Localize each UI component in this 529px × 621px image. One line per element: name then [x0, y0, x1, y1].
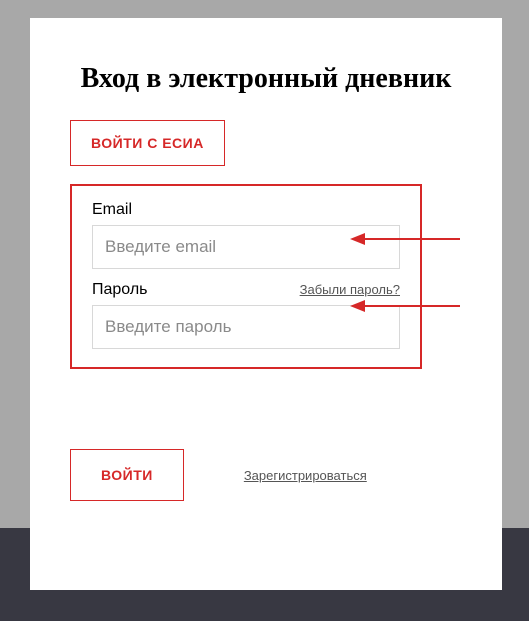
- email-label: Email: [92, 201, 132, 219]
- register-link[interactable]: Зарегистрироваться: [244, 468, 367, 483]
- password-input[interactable]: [92, 305, 400, 349]
- credentials-form: Email Пароль Забыли пароль?: [70, 184, 422, 369]
- bottom-actions: ВОЙТИ Зарегистрироваться: [70, 449, 462, 501]
- page-title: Вход в электронный дневник: [70, 63, 462, 95]
- password-label: Пароль: [92, 281, 148, 299]
- password-group: Пароль Забыли пароль?: [92, 281, 400, 349]
- login-card: Вход в электронный дневник ВОЙТИ С ЕСИА …: [30, 18, 502, 590]
- forgot-password-link[interactable]: Забыли пароль?: [300, 282, 400, 297]
- email-group: Email: [92, 201, 400, 269]
- esia-login-button[interactable]: ВОЙТИ С ЕСИА: [70, 120, 225, 166]
- login-button[interactable]: ВОЙТИ: [70, 449, 184, 501]
- email-input[interactable]: [92, 225, 400, 269]
